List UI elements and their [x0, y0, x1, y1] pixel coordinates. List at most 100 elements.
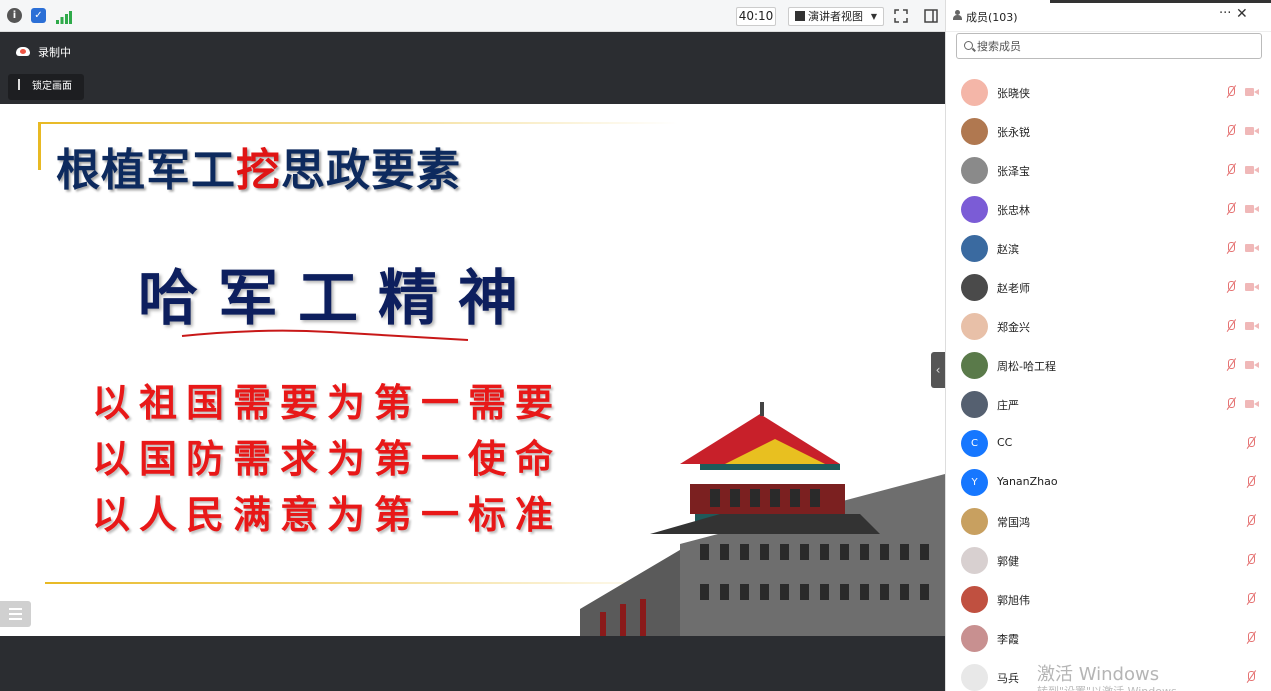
member-row[interactable]: 周松-哈工程: [946, 346, 1271, 385]
member-row[interactable]: 郑金兴: [946, 307, 1271, 346]
avatar: [961, 547, 988, 574]
avatar: [961, 157, 988, 184]
slide-line-3: 以人民满意为第一标准: [92, 492, 563, 537]
member-panel-header: 成员(103) ··· ✕: [946, 0, 1271, 32]
camera-off-icon[interactable]: [1245, 87, 1259, 97]
slide-left-rule: [38, 122, 41, 170]
member-name: 李霞: [997, 633, 1019, 646]
member-row[interactable]: 张晓侠: [946, 73, 1271, 112]
mic-muted-icon[interactable]: [1244, 670, 1258, 684]
list-icon: [9, 608, 22, 610]
camera-off-icon[interactable]: [1245, 360, 1259, 370]
view-mode-select[interactable]: 演讲者视图 ▼: [788, 7, 884, 26]
side-panel-toggle-icon[interactable]: [924, 8, 938, 23]
recording-indicator: 录制中: [16, 44, 71, 60]
camera-off-icon[interactable]: [1245, 204, 1259, 214]
avatar: [961, 508, 988, 535]
signal-icon[interactable]: [56, 9, 72, 24]
collapse-panel-button[interactable]: ‹: [931, 352, 945, 388]
mic-muted-icon[interactable]: [1224, 319, 1238, 333]
member-panel: 成员(103) ··· ✕ 张晓侠张永锐张泽宝张忠林赵滨赵老师郑金兴周松-哈工程…: [945, 0, 1271, 691]
person-icon: [952, 10, 962, 20]
chevron-left-icon: ‹: [935, 363, 941, 377]
member-row[interactable]: 常国鸿: [946, 502, 1271, 541]
camera-off-icon[interactable]: [1245, 126, 1259, 136]
member-row[interactable]: 赵滨: [946, 229, 1271, 268]
mic-muted-icon[interactable]: [1244, 436, 1258, 450]
slide-subtitle: 哈军工精神: [138, 264, 538, 334]
member-name: 张永锐: [997, 126, 1030, 139]
member-name: YananZhao: [997, 475, 1058, 488]
member-name: 赵滨: [997, 243, 1019, 256]
lock-screen-label: 锁定画面: [32, 81, 72, 92]
member-search-input[interactable]: [977, 37, 1247, 55]
camera-off-icon[interactable]: [1245, 165, 1259, 175]
mic-muted-icon[interactable]: [1224, 358, 1238, 372]
member-name: CC: [997, 436, 1013, 449]
member-search[interactable]: [956, 33, 1262, 59]
mic-muted-icon[interactable]: [1224, 124, 1238, 138]
close-icon[interactable]: ✕: [1236, 6, 1248, 22]
member-name: 郭旭伟: [997, 594, 1030, 607]
avatar: [961, 313, 988, 340]
more-icon[interactable]: ···: [1219, 6, 1231, 21]
avatar: [961, 586, 988, 613]
member-row[interactable]: 郭健: [946, 541, 1271, 580]
slide-top-rule: [38, 122, 678, 124]
member-name: 张忠林: [997, 204, 1030, 217]
slide-title: 根植军工挖思政要素: [56, 145, 461, 196]
mic-muted-icon[interactable]: [1244, 592, 1258, 606]
avatar: [961, 352, 988, 379]
camera-off-icon[interactable]: [1245, 243, 1259, 253]
avatar: [961, 235, 988, 262]
fullscreen-icon[interactable]: [894, 8, 908, 23]
recording-label: 录制中: [38, 46, 71, 59]
member-row[interactable]: 张泽宝: [946, 151, 1271, 190]
member-row[interactable]: 赵老师: [946, 268, 1271, 307]
camera-off-icon[interactable]: [1245, 321, 1259, 331]
shared-slide: 根植军工挖思政要素 哈军工精神 以祖国需要为第一需要 以国防需求为第一使命 以人…: [0, 104, 945, 636]
chevron-down-icon: ▼: [870, 12, 877, 21]
mic-muted-icon[interactable]: [1244, 631, 1258, 645]
mic-muted-icon[interactable]: [1224, 241, 1238, 255]
mic-muted-icon[interactable]: [1224, 202, 1238, 216]
slide-bottom-rule: [45, 582, 625, 584]
avatar: [961, 196, 988, 223]
meeting-window: i ✓ 40:10 演讲者视图 ▼ 录制中 锁定画面 根植军工挖思政要素 哈军工…: [0, 0, 1271, 691]
member-row[interactable]: 庄严: [946, 385, 1271, 424]
shield-icon[interactable]: ✓: [31, 8, 46, 23]
slide-line-1: 以祖国需要为第一需要: [92, 380, 563, 425]
mic-muted-icon[interactable]: [1224, 397, 1238, 411]
avatar: [961, 625, 988, 652]
slide-list-button[interactable]: [0, 601, 31, 627]
camera-off-icon[interactable]: [1245, 399, 1259, 409]
search-icon: [964, 41, 973, 50]
member-name: 周松-哈工程: [997, 360, 1056, 373]
avatar: Y: [961, 469, 988, 496]
lock-screen-button[interactable]: 锁定画面: [8, 74, 84, 100]
camera-off-icon[interactable]: [1245, 282, 1259, 292]
member-row[interactable]: 张忠林: [946, 190, 1271, 229]
cloud-record-icon: [16, 47, 30, 56]
top-toolbar: i ✓ 40:10 演讲者视图 ▼: [0, 0, 945, 32]
mic-muted-icon[interactable]: [1224, 280, 1238, 294]
mic-muted-icon[interactable]: [1224, 163, 1238, 177]
mic-muted-icon[interactable]: [1224, 85, 1238, 99]
mic-muted-icon[interactable]: [1244, 475, 1258, 489]
member-name: 常国鸿: [997, 516, 1030, 529]
member-row[interactable]: 张永锐: [946, 112, 1271, 151]
layout-icon: [795, 11, 805, 21]
member-row[interactable]: Y YananZhao: [946, 463, 1271, 502]
mic-muted-icon[interactable]: [1244, 514, 1258, 528]
member-name: 赵老师: [997, 282, 1030, 295]
brush-underline: [181, 329, 469, 341]
avatar: C: [961, 430, 988, 457]
member-row[interactable]: C CC: [946, 424, 1271, 463]
view-mode-label: 演讲者视图: [808, 10, 863, 23]
info-icon[interactable]: i: [7, 8, 22, 23]
mic-muted-icon[interactable]: [1244, 553, 1258, 567]
member-row[interactable]: 郭旭伟: [946, 580, 1271, 619]
member-row[interactable]: 李霞: [946, 619, 1271, 658]
avatar: [961, 79, 988, 106]
member-count-title: 成员(103): [966, 11, 1018, 24]
